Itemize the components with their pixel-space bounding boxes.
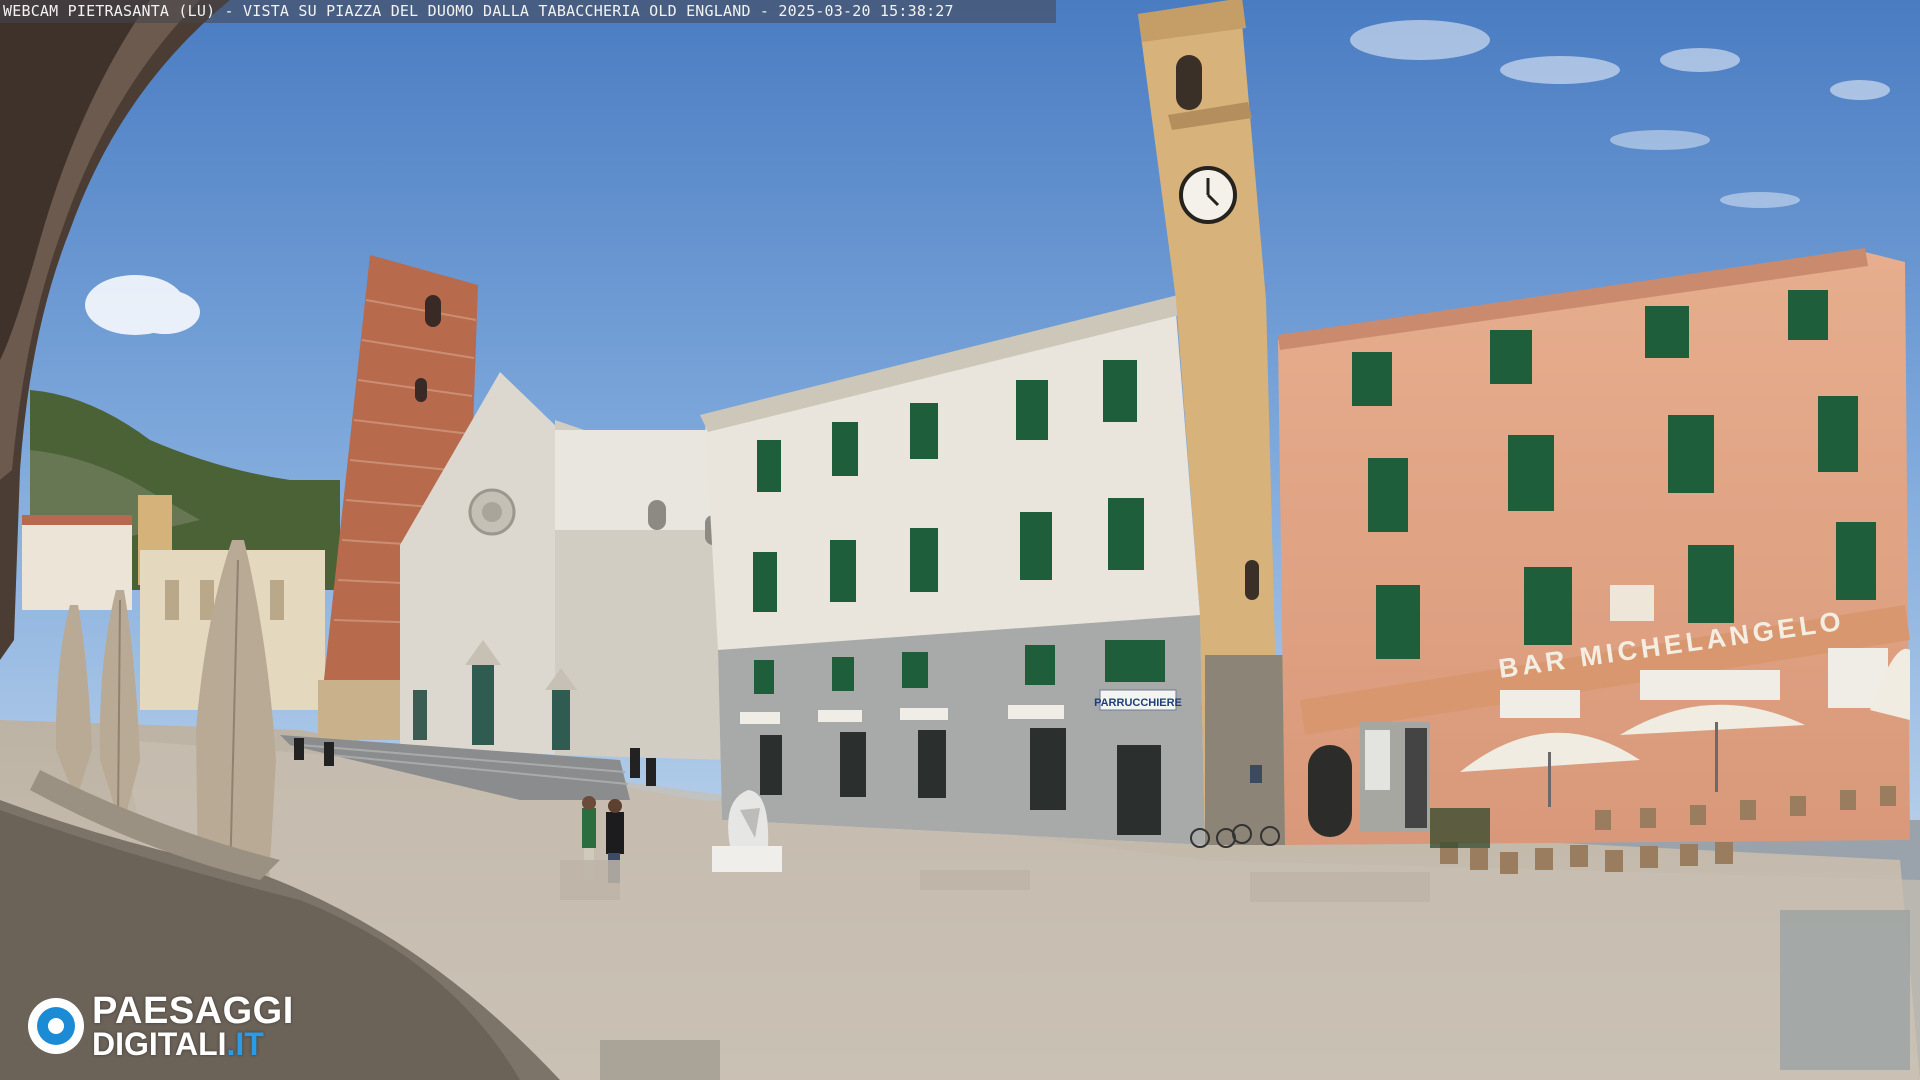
logo-line2-main: DIGITALI <box>92 1026 227 1062</box>
webcam-caption: WEBCAM PIETRASANTA (LU) - VISTA SU PIAZZ… <box>0 0 1056 23</box>
shop-sign-text: PARRUCCHIERE <box>1094 697 1182 709</box>
webcam-frame: PARRUCCHIERE BAR MICHELANGELO WEBCAM PIE… <box>0 0 1920 1080</box>
logo-line2: DIGITALI.IT <box>92 1028 264 1060</box>
plaque <box>1610 585 1654 621</box>
paesaggi-digitali-logo[interactable]: PAESAGGI DIGITALI.IT <box>28 990 348 1060</box>
piazza-scene: PARRUCCHIERE BAR MICHELANGELO <box>0 0 1920 1080</box>
logo-line1: PAESAGGI <box>92 990 294 1032</box>
camera-lens-icon <box>28 998 84 1054</box>
logo-line2-suffix: .IT <box>226 1026 264 1062</box>
